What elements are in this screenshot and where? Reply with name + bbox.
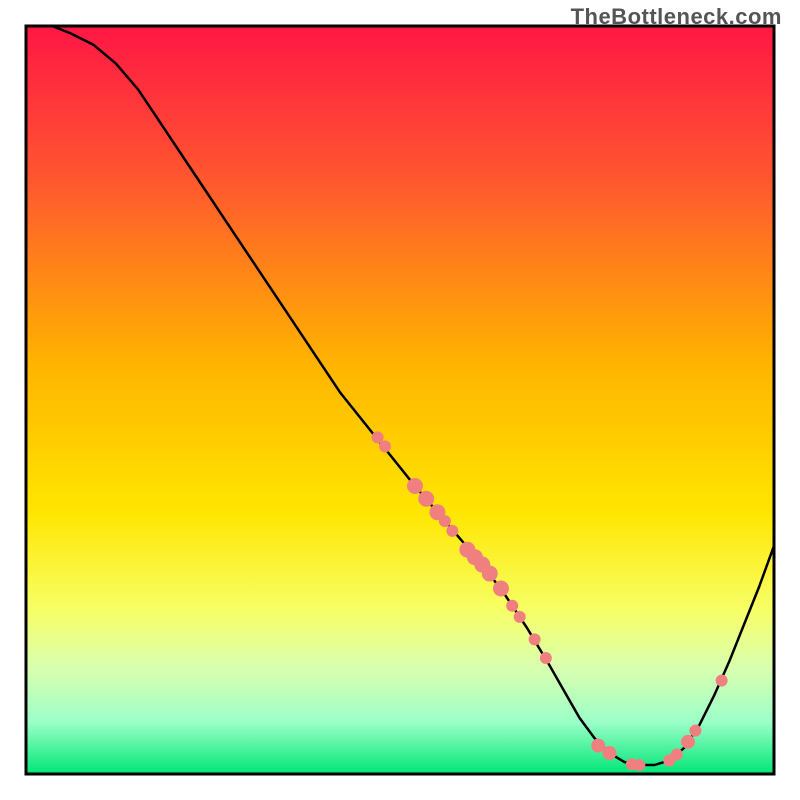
data-marker <box>506 600 518 612</box>
data-marker <box>439 515 451 527</box>
data-marker <box>514 611 526 623</box>
data-marker <box>633 759 645 771</box>
data-marker <box>482 566 498 582</box>
data-marker <box>689 725 701 737</box>
data-marker <box>716 675 728 687</box>
data-marker <box>602 746 616 760</box>
data-marker <box>446 525 458 537</box>
data-marker <box>379 440 391 452</box>
data-marker <box>418 491 434 507</box>
chart-container: TheBottleneck.com <box>0 0 800 800</box>
plot-background <box>26 26 774 774</box>
data-marker <box>671 749 683 761</box>
data-marker <box>529 633 541 645</box>
bottleneck-chart <box>0 0 800 800</box>
data-marker <box>407 478 423 494</box>
data-marker <box>681 735 695 749</box>
data-marker <box>493 581 509 597</box>
data-marker <box>540 652 552 664</box>
watermark-text: TheBottleneck.com <box>571 4 782 30</box>
